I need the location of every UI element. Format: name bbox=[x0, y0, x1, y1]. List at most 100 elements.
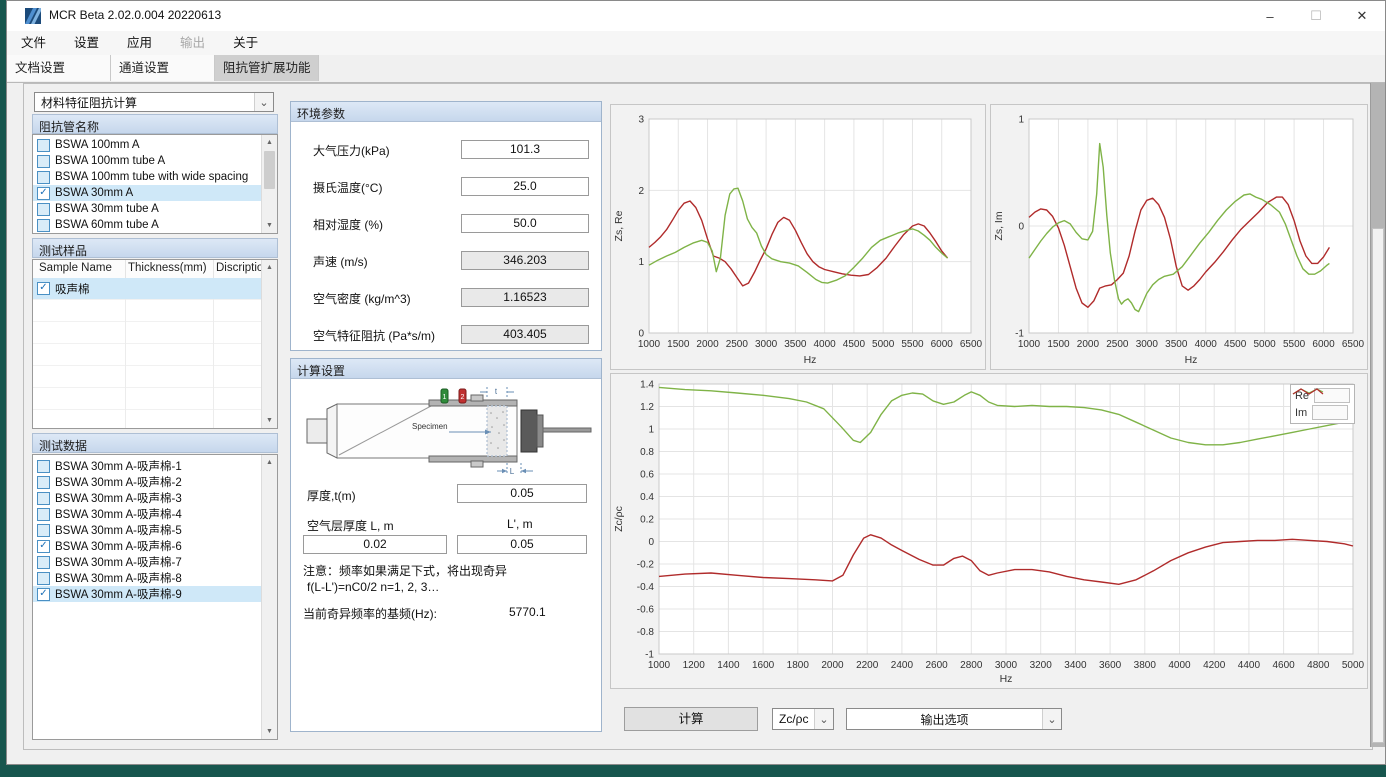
list-item[interactable]: BSWA 30mm A-吸声棉-5 bbox=[33, 522, 261, 538]
checkbox[interactable] bbox=[37, 492, 50, 505]
scroll-up-icon[interactable]: ▲ bbox=[262, 455, 277, 470]
list-item[interactable]: BSWA 30mm tube A bbox=[33, 201, 261, 217]
env-field-label: 相对湿度 (%) bbox=[313, 216, 383, 233]
sample-table-scrollbar[interactable]: ▲ ▼ bbox=[261, 260, 277, 428]
list-item[interactable]: ✓BSWA 30mm A bbox=[33, 185, 261, 201]
list-item[interactable]: BSWA 30mm A-吸声棉-8 bbox=[33, 570, 261, 586]
scroll-down-icon[interactable]: ▼ bbox=[262, 724, 277, 739]
svg-text:0.8: 0.8 bbox=[640, 447, 654, 458]
list-item[interactable]: BSWA 100mm A bbox=[33, 137, 261, 153]
list-item[interactable]: BSWA 100mm tube A bbox=[33, 153, 261, 169]
chevron-down-icon[interactable]: ⌄ bbox=[814, 709, 833, 729]
env-field-input[interactable]: 101.3 bbox=[461, 140, 589, 159]
column-thickness[interactable]: Thickness(mm) bbox=[125, 260, 213, 278]
table-row[interactable]: ✓吸声棉 bbox=[33, 278, 261, 299]
tab-document-settings[interactable]: 文档设置 bbox=[7, 55, 111, 81]
svg-text:2500: 2500 bbox=[1106, 339, 1129, 350]
checkbox[interactable]: ✓ bbox=[37, 282, 50, 295]
scroll-up-icon[interactable]: ▲ bbox=[262, 135, 277, 150]
svg-text:1: 1 bbox=[648, 425, 654, 436]
svg-text:3600: 3600 bbox=[1099, 660, 1122, 671]
list-item-label: BSWA 30mm A-吸声棉-5 bbox=[55, 522, 182, 538]
menu-about[interactable]: 关于 bbox=[219, 31, 272, 55]
column-description[interactable]: Discription bbox=[213, 260, 261, 278]
checkbox[interactable] bbox=[37, 524, 50, 537]
scrollbar-thumb[interactable] bbox=[1372, 228, 1384, 743]
output-options-dropdown[interactable]: 输出选项 ⌄ bbox=[846, 708, 1062, 730]
tab-impedance-tube-extension[interactable]: 阻抗管扩展功能 bbox=[215, 55, 319, 81]
column-sample-name[interactable]: Sample Name bbox=[33, 260, 125, 278]
list-item-label: BSWA 30mm A-吸声棉-1 bbox=[55, 458, 182, 474]
checkbox[interactable]: ✓ bbox=[37, 540, 50, 553]
scrollbar-thumb[interactable] bbox=[264, 151, 275, 189]
list-item[interactable]: BSWA 100mm tube with wide spacing bbox=[33, 169, 261, 185]
svg-text:1500: 1500 bbox=[667, 339, 690, 350]
checkbox[interactable]: ✓ bbox=[37, 187, 50, 200]
svg-text:3000: 3000 bbox=[755, 339, 778, 350]
data-list-scrollbar[interactable]: ▲ ▼ bbox=[261, 455, 277, 739]
svg-text:-0.8: -0.8 bbox=[637, 627, 655, 638]
svg-text:Zs, Re: Zs, Re bbox=[613, 210, 625, 241]
maximize-button[interactable]: ☐ bbox=[1293, 1, 1339, 31]
close-button[interactable]: ✕ bbox=[1339, 1, 1385, 31]
svg-text:1000: 1000 bbox=[638, 339, 661, 350]
checkbox[interactable] bbox=[37, 219, 50, 232]
sample-table-header-row: Sample Name Thickness(mm) Discription bbox=[33, 260, 261, 279]
list-item[interactable]: BSWA 30mm A-吸声棉-7 bbox=[33, 554, 261, 570]
chevron-down-icon[interactable]: ⌄ bbox=[254, 93, 273, 111]
checkbox[interactable]: ✓ bbox=[37, 588, 50, 601]
svg-text:4400: 4400 bbox=[1238, 660, 1261, 671]
list-item[interactable]: BSWA 30mm A-吸声棉-3 bbox=[33, 490, 261, 506]
tube-list-scrollbar[interactable]: ▲ ▼ bbox=[261, 135, 277, 233]
env-field-input[interactable]: 50.0 bbox=[461, 214, 589, 233]
note-line1: 注意：频率如果满足下式，将出现奇异 bbox=[303, 563, 507, 579]
tube-list-header: 阻抗管名称 bbox=[32, 114, 278, 134]
env-field-input[interactable]: 25.0 bbox=[461, 177, 589, 196]
scroll-up-icon[interactable]: ▲ bbox=[262, 260, 277, 275]
checkbox[interactable] bbox=[37, 572, 50, 585]
svg-text:Hz: Hz bbox=[804, 354, 817, 366]
tab-channel-settings[interactable]: 通道设置 bbox=[111, 55, 215, 81]
menu-file[interactable]: 文件 bbox=[7, 31, 60, 55]
svg-text:-0.6: -0.6 bbox=[637, 605, 655, 616]
svg-text:Hz: Hz bbox=[1185, 354, 1198, 366]
calculate-button[interactable]: 计算 bbox=[624, 707, 758, 731]
air-layer-label: 空气层厚度 L, m bbox=[307, 517, 394, 534]
checkbox[interactable] bbox=[37, 460, 50, 473]
air-layer-input[interactable]: 0.02 bbox=[303, 535, 447, 554]
list-item[interactable]: ✓BSWA 30mm A-吸声棉-6 bbox=[33, 538, 261, 554]
svg-text:5500: 5500 bbox=[1283, 339, 1306, 350]
list-item-label: BSWA 30mm A-吸声棉-9 bbox=[55, 586, 182, 602]
t-dim-label: t bbox=[495, 387, 498, 396]
checkbox[interactable] bbox=[37, 155, 50, 168]
svg-text:5000: 5000 bbox=[1254, 339, 1277, 350]
note-line2: f(L-L')=nC0/2 n=1, 2, 3… bbox=[307, 579, 439, 595]
svg-text:-0.4: -0.4 bbox=[637, 582, 655, 593]
checkbox[interactable] bbox=[37, 508, 50, 521]
l-prime-input[interactable]: 0.05 bbox=[457, 535, 587, 554]
menu-settings[interactable]: 设置 bbox=[60, 31, 113, 55]
calc-type-dropdown[interactable]: 材料特征阻抗计算 ⌄ bbox=[34, 92, 274, 112]
list-item-label: BSWA 30mm A-吸声棉-7 bbox=[55, 554, 182, 570]
checkbox[interactable] bbox=[37, 476, 50, 489]
list-item[interactable]: BSWA 30mm A-吸声棉-1 bbox=[33, 458, 261, 474]
menu-apply[interactable]: 应用 bbox=[113, 31, 166, 55]
unit-dropdown[interactable]: Zc/ρc ⌄ bbox=[772, 708, 834, 730]
list-item[interactable]: BSWA 30mm A-吸声棉-4 bbox=[33, 506, 261, 522]
svg-text:4000: 4000 bbox=[814, 339, 837, 350]
vertical-scrollbar[interactable] bbox=[1370, 83, 1385, 747]
checkbox[interactable] bbox=[37, 203, 50, 216]
list-item[interactable]: ✓ BSWA 30mm A-吸声棉-9 bbox=[33, 586, 261, 602]
checkbox[interactable] bbox=[37, 556, 50, 569]
env-field-input: 403.405 bbox=[461, 325, 589, 344]
thickness-input[interactable]: 0.05 bbox=[457, 484, 587, 503]
list-item[interactable]: BSWA 30mm A-吸声棉-2 bbox=[33, 474, 261, 490]
minimize-button[interactable]: – bbox=[1247, 1, 1293, 31]
svg-text:2000: 2000 bbox=[1077, 339, 1100, 350]
scroll-down-icon[interactable]: ▼ bbox=[262, 218, 277, 233]
checkbox[interactable] bbox=[37, 139, 50, 152]
checkbox[interactable] bbox=[37, 171, 50, 184]
chevron-down-icon[interactable]: ⌄ bbox=[1042, 709, 1061, 729]
list-item[interactable]: BSWA 60mm tube A bbox=[33, 217, 261, 233]
scroll-down-icon[interactable]: ▼ bbox=[262, 413, 277, 428]
